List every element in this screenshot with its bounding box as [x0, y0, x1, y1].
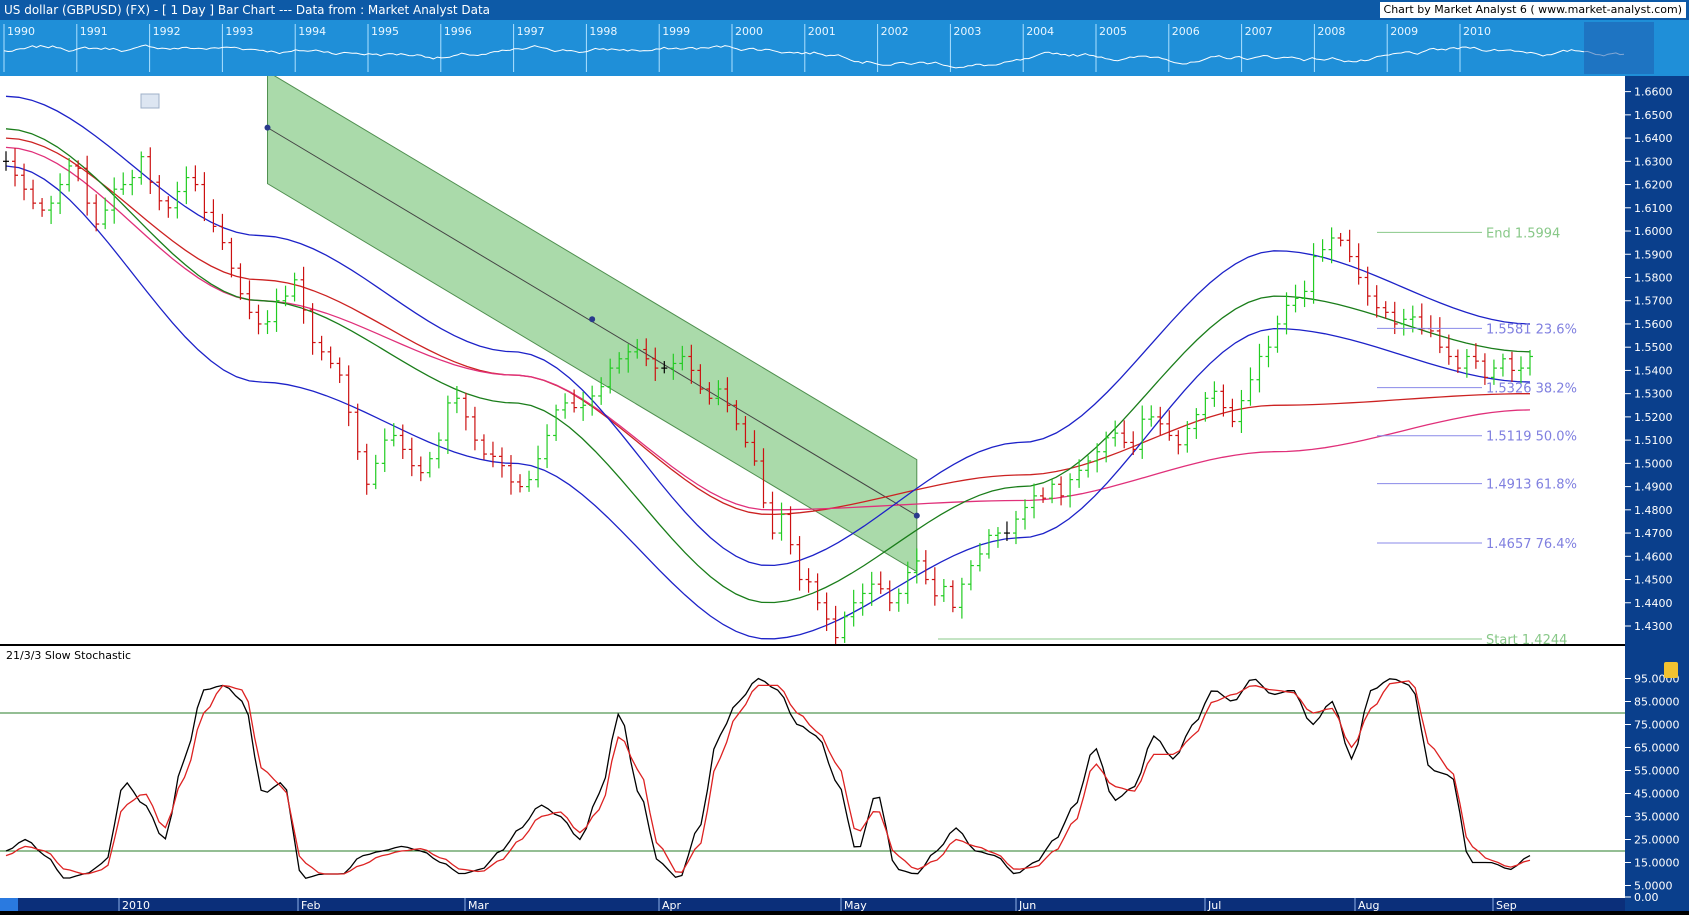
price-axis-label: 1.4400: [1634, 597, 1673, 610]
date-axis-label: Jul: [1207, 899, 1221, 911]
overview-selection-window[interactable]: [1584, 22, 1654, 74]
price-axis-label: 1.4500: [1634, 574, 1673, 587]
price-axis-label: 1.5800: [1634, 271, 1673, 284]
price-axis-label: 1.6500: [1634, 109, 1673, 122]
date-axis-label: Sep: [1496, 899, 1517, 911]
fib-level-label: 1.5581 23.6%: [1486, 322, 1577, 337]
date-axis-label: Mar: [468, 899, 489, 911]
credit-label[interactable]: Chart by Market Analyst 6 ( www.market-a…: [1379, 2, 1686, 18]
price-axis-label: 1.6300: [1634, 155, 1673, 168]
overview-chart[interactable]: 1990 1991 1992 1993 1994 1995 1996 1997 1998 1999…: [0, 20, 1689, 76]
stochastic-axis-label: 25.0000: [1634, 834, 1680, 847]
pitchfork-anchor-1[interactable]: [589, 316, 596, 323]
price-axis-label: 1.5000: [1634, 457, 1673, 470]
overview-year-label: 2009: [1390, 25, 1418, 38]
price-axis-label: 1.5900: [1634, 248, 1673, 261]
price-axis-label: 1.6600: [1634, 86, 1673, 99]
fib-level-label: 1.5326 38.2%: [1486, 382, 1577, 397]
price-axis-label: 1.5600: [1634, 318, 1673, 331]
pitchfork-anchor-2[interactable]: [913, 512, 920, 519]
price-axis-label: 1.4800: [1634, 504, 1673, 517]
price-axis-label: 1.4700: [1634, 527, 1673, 540]
date-axis-label: Jun: [1018, 899, 1036, 911]
stochastic-axis-label: 65.0000: [1634, 742, 1680, 755]
overview-year-label: 2004: [1026, 25, 1054, 38]
price-axis-label: 1.6000: [1634, 225, 1673, 238]
fib-level-label: 1.5119 50.0%: [1486, 430, 1577, 445]
overview-year-label: 1995: [371, 25, 399, 38]
date-axis-label: 2010: [122, 899, 150, 911]
camera-icon[interactable]: [140, 93, 160, 109]
fib-level-label: End 1.5994: [1486, 226, 1560, 241]
price-axis-label: 1.4900: [1634, 481, 1673, 494]
overview-year-label: 2007: [1245, 25, 1273, 38]
main-chart[interactable]: End 1.5994 1.5581 23.6% 1.5326 38.2% 1.5119…: [0, 70, 1689, 912]
fib-level-label: 1.4913 61.8%: [1486, 478, 1577, 493]
overview-year-label: 1998: [589, 25, 617, 38]
overview-year-label: 1990: [7, 25, 35, 38]
date-axis-label: Apr: [662, 899, 682, 911]
stochastic-title: 21/3/3 Slow Stochastic: [6, 649, 131, 662]
overview-year-label: 1993: [225, 25, 253, 38]
overview-year-label: 1997: [517, 25, 545, 38]
overview-year-label: 1991: [80, 25, 108, 38]
fib-level-label: 1.4657 76.4%: [1486, 537, 1577, 552]
price-axis-label: 1.6400: [1634, 132, 1673, 145]
overview-year-label: 1999: [662, 25, 690, 38]
stochastic-axis-label: 55.0000: [1634, 765, 1680, 778]
price-axis-label: 1.6200: [1634, 179, 1673, 192]
stochastic-axis-label: 45.0000: [1634, 788, 1680, 801]
price-axis-label: 1.5500: [1634, 341, 1673, 354]
overview-year-label: 2006: [1172, 25, 1200, 38]
price-axis-label: 1.6100: [1634, 202, 1673, 215]
stochastic-axis-label: 85.0000: [1634, 696, 1680, 709]
price-axis-label: 1.5400: [1634, 364, 1673, 377]
stochastic-axis-label: 0.00: [1634, 891, 1659, 904]
pitchfork-anchor-0[interactable]: [264, 124, 271, 131]
stochastic-axis-label: 75.0000: [1634, 719, 1680, 732]
overview-year-label: 2008: [1317, 25, 1345, 38]
overview-year-label: 2005: [1099, 25, 1127, 38]
window-title: US dollar (GBPUSD) (FX) - [ 1 Day ] Bar …: [4, 3, 491, 17]
stochastic-axis-label: 15.0000: [1634, 857, 1680, 870]
date-axis-label: Aug: [1358, 899, 1379, 911]
title-bar: US dollar (GBPUSD) (FX) - [ 1 Day ] Bar …: [0, 0, 1689, 20]
date-axis-bar: [0, 898, 1625, 911]
overview-year-label: 1996: [444, 25, 472, 38]
overview-year-label: 2001: [808, 25, 836, 38]
overview-strip[interactable]: 1990 1991 1992 1993 1994 1995 1996 1997 1998 1999…: [0, 20, 1689, 76]
price-axis-label: 1.5200: [1634, 411, 1673, 424]
price-axis-label: 1.4600: [1634, 550, 1673, 563]
overview-price-line: [3, 44, 1625, 69]
chart-area[interactable]: End 1.5994 1.5581 23.6% 1.5326 38.2% 1.5119…: [0, 70, 1689, 912]
price-axis-label: 1.5700: [1634, 295, 1673, 308]
overview-year-label: 2003: [953, 25, 981, 38]
price-axis-label: 1.5100: [1634, 434, 1673, 447]
date-axis-scroll-handle[interactable]: [0, 898, 18, 911]
overview-year-label: 2002: [881, 25, 909, 38]
lock-icon[interactable]: [1664, 662, 1678, 678]
stochastic-axis-label: 35.0000: [1634, 811, 1680, 824]
overview-year-label: 1994: [298, 25, 326, 38]
price-axis-label: 1.4300: [1634, 620, 1673, 633]
date-axis-label: May: [844, 899, 867, 911]
overview-year-label: 2000: [735, 25, 763, 38]
overview-year-label: 1992: [153, 25, 181, 38]
overview-year-label: 2010: [1463, 25, 1491, 38]
price-axis-label: 1.5300: [1634, 388, 1673, 401]
date-axis-label: Feb: [301, 899, 320, 911]
price-panel-background: [0, 76, 1625, 646]
